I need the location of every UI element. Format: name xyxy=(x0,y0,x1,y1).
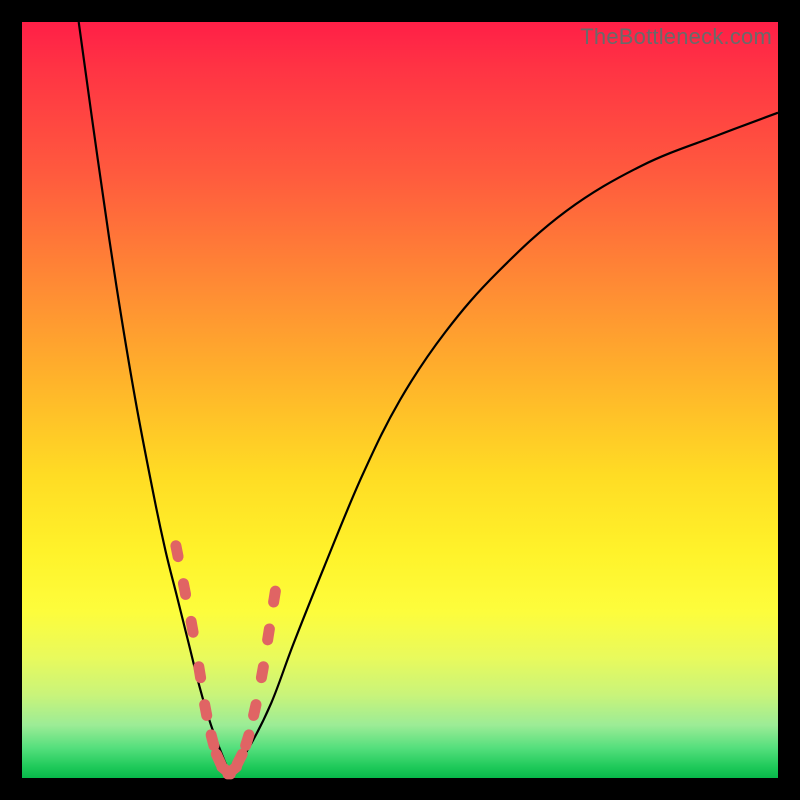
data-marker xyxy=(198,698,213,722)
curve-layer xyxy=(22,22,778,778)
data-marker xyxy=(192,660,206,683)
curve-right-arm xyxy=(230,113,778,775)
marker-group xyxy=(169,539,281,781)
data-marker xyxy=(261,623,275,646)
data-marker xyxy=(267,585,281,608)
data-marker xyxy=(169,539,184,563)
data-marker xyxy=(177,577,192,601)
data-marker xyxy=(204,728,220,752)
data-marker xyxy=(247,698,263,722)
plot-area: TheBottleneck.com xyxy=(22,22,778,778)
curve-left-arm xyxy=(79,22,230,774)
data-marker xyxy=(255,660,270,684)
chart-frame: TheBottleneck.com xyxy=(0,0,800,800)
